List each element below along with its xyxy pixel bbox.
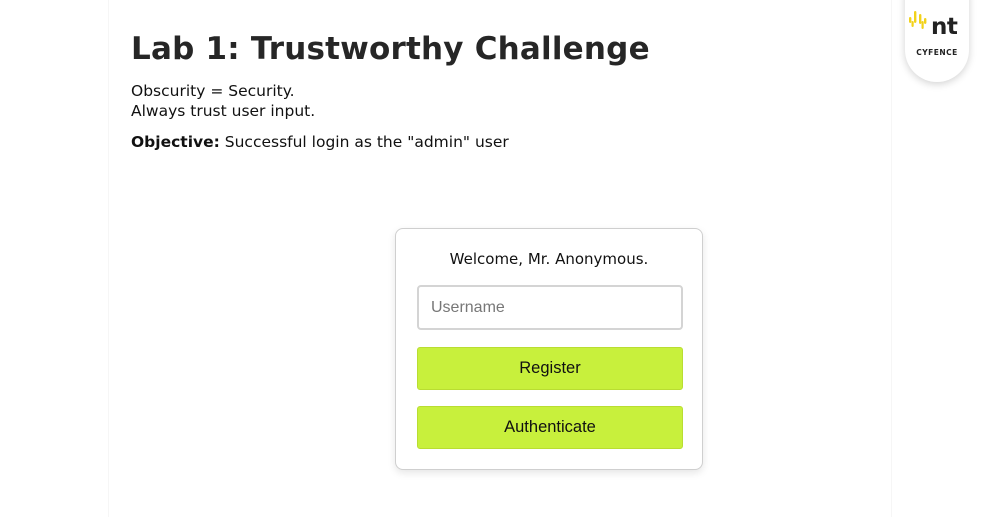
objective: Objective: Successful login as the "admi…	[131, 133, 509, 151]
description-line-1: Obscurity = Security.	[131, 82, 295, 100]
logo-subtext: CYFENCE	[916, 48, 958, 57]
objective-label: Objective:	[131, 133, 220, 151]
description-line-2: Always trust user input.	[131, 102, 316, 120]
cyfence-logo: nt CYFENCE	[905, 0, 969, 82]
page-title: Lab 1: Trustworthy Challenge	[131, 31, 650, 67]
register-button[interactable]: Register	[417, 347, 683, 390]
welcome-message: Welcome, Mr. Anonymous.	[449, 250, 649, 268]
page: Lab 1: Trustworthy Challenge Obscurity =…	[0, 0, 1000, 517]
username-input[interactable]	[417, 285, 683, 330]
logo-text: nt	[931, 14, 958, 40]
authenticate-button[interactable]: Authenticate	[417, 406, 683, 449]
objective-text: Successful login as the "admin" user	[219, 133, 509, 151]
login-card: Welcome, Mr. Anonymous. Register Authent…	[395, 228, 703, 470]
